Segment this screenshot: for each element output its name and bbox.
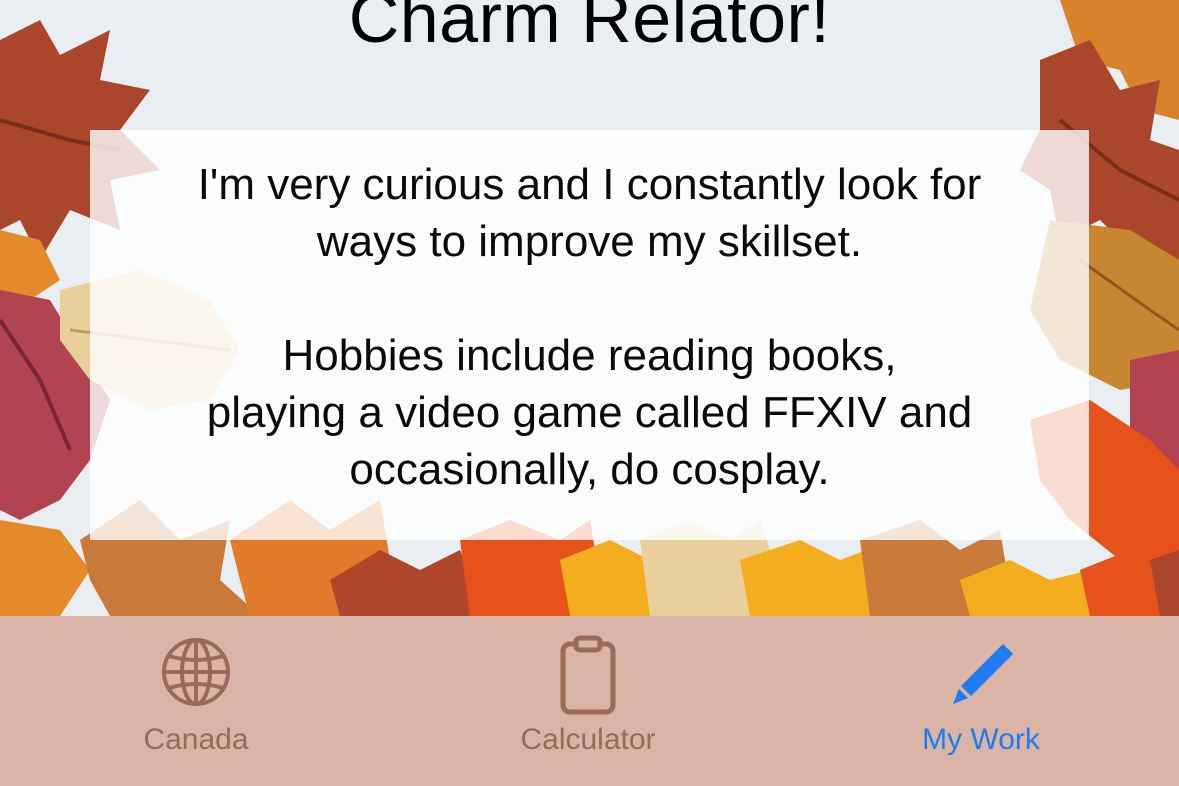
bio-text: I'm very curious and I constantly look f… <box>90 156 1089 498</box>
tab-bar: Canada Calculator My Work <box>0 616 1179 786</box>
tab-calculator-label: Calculator <box>520 723 656 756</box>
globe-icon <box>162 638 230 706</box>
tab-my-work-label: My Work <box>922 723 1040 756</box>
page-title: Charm Relator! <box>348 0 831 57</box>
tab-canada-label: Canada <box>143 723 249 756</box>
tab-my-work[interactable]: My Work <box>856 616 1106 786</box>
hobbies-line: occasionally, do cosplay. <box>349 445 830 494</box>
hobbies-line: Hobbies include reading books, <box>282 331 897 380</box>
bio-line: ways to improve my skillset. <box>316 217 863 266</box>
clipboard-icon <box>560 635 616 715</box>
hobbies-line: playing a video game called FFXIV and <box>206 388 973 437</box>
bio-card: I'm very curious and I constantly look f… <box>90 130 1089 540</box>
tab-calculator[interactable]: Calculator <box>463 616 713 786</box>
bio-line: I'm very curious and I constantly look f… <box>197 160 982 209</box>
main-content: Charm Relator! I'm very curious and I co… <box>0 0 1179 616</box>
tab-canada[interactable]: Canada <box>71 616 321 786</box>
pencil-icon <box>953 644 1013 704</box>
